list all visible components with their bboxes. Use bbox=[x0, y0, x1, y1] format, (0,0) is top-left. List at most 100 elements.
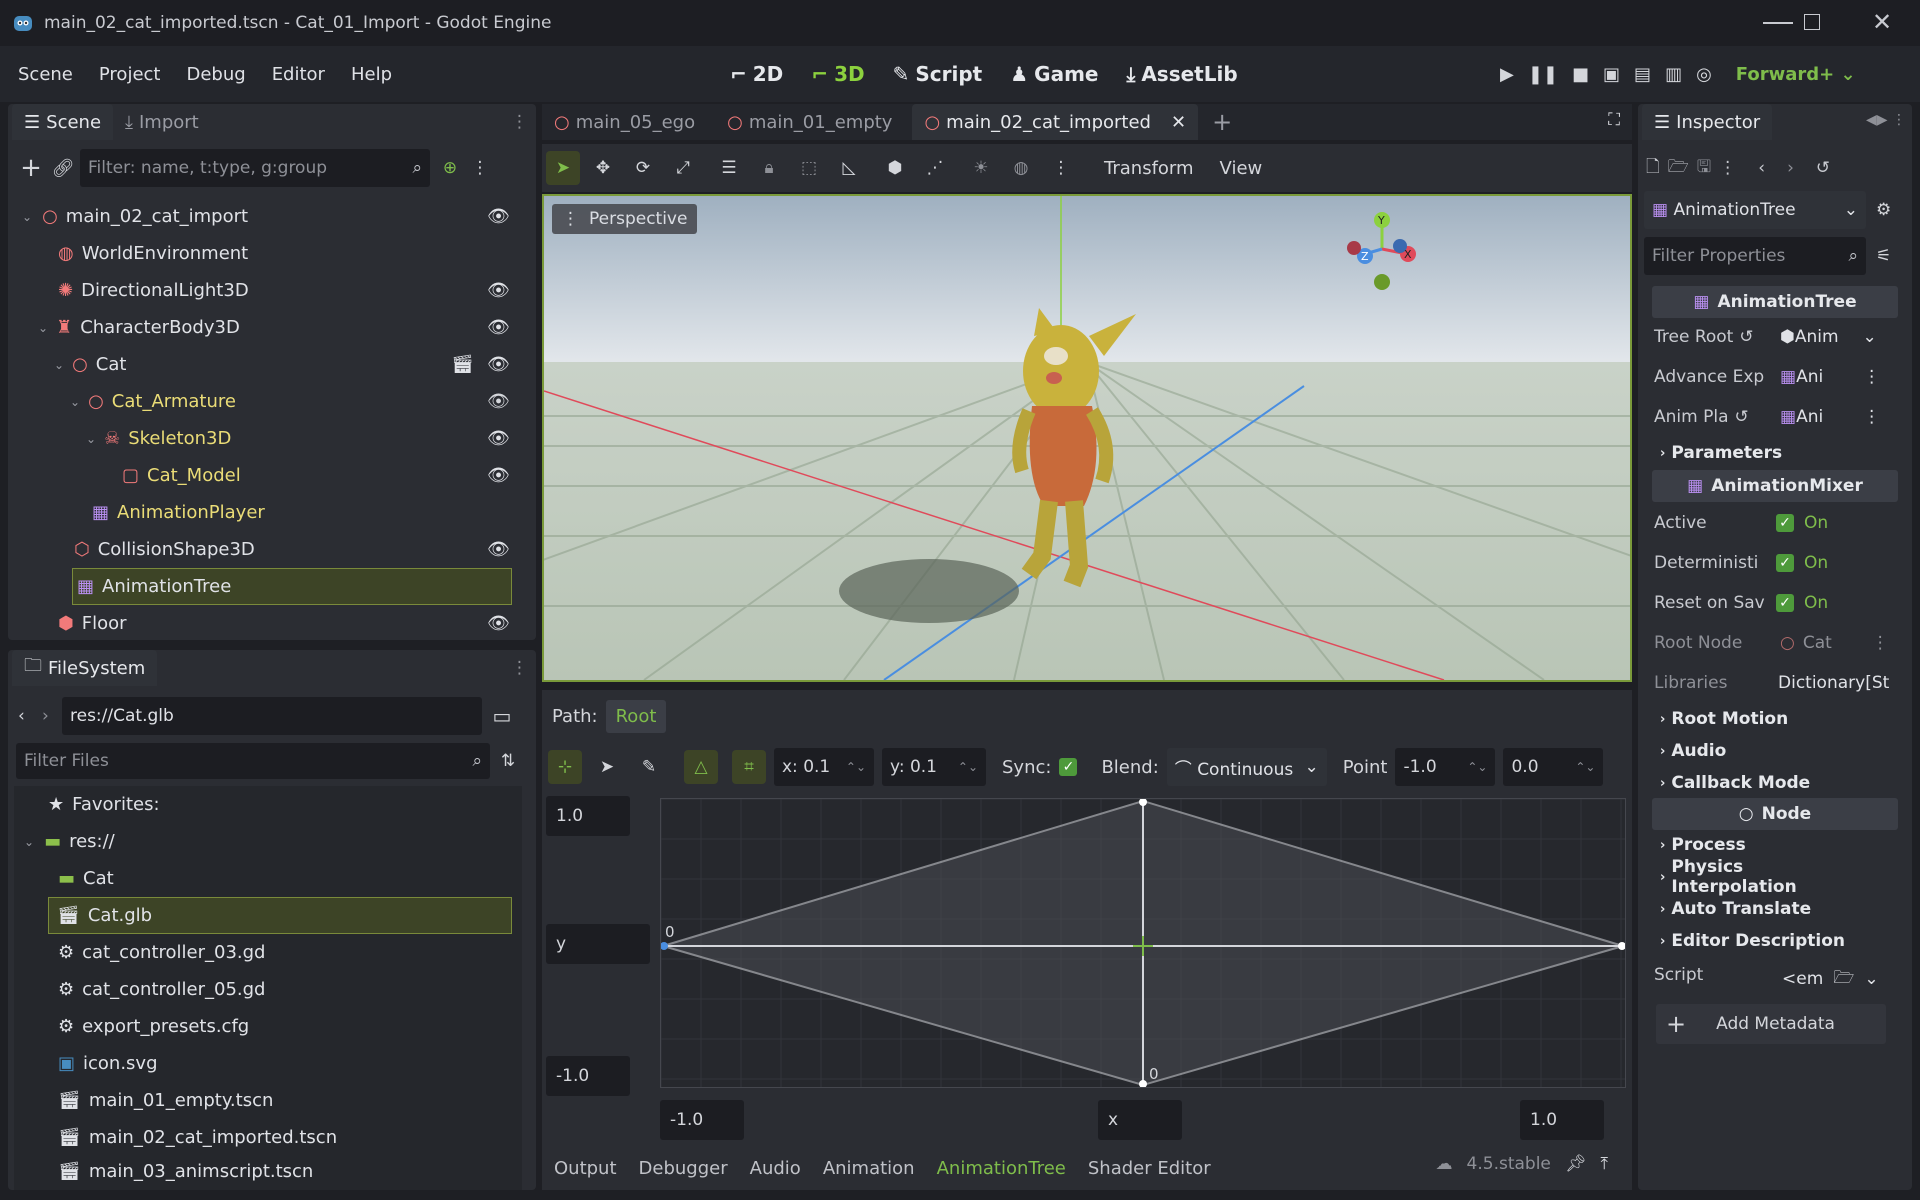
select-tool-icon[interactable]: ➤ bbox=[546, 151, 580, 185]
tree-node-animationtree[interactable]: ▦ AnimationTree bbox=[72, 568, 512, 605]
workspace-3d-button[interactable]: ⌐ 3D bbox=[811, 62, 864, 86]
tab-filesystem[interactable]: 🗀 FileSystem bbox=[12, 650, 158, 686]
blend-space-canvas[interactable]: 0 0 bbox=[659, 798, 1627, 1088]
select-point-icon[interactable]: ⊹ bbox=[548, 750, 582, 784]
distraction-free-icon[interactable]: ⛶ bbox=[1608, 110, 1620, 130]
chevron-down-icon[interactable]: ⌄ bbox=[54, 358, 64, 372]
workspace-2d-button[interactable]: ⌐ 2D bbox=[730, 62, 783, 86]
menu-project[interactable]: Project bbox=[99, 64, 161, 85]
perspective-button[interactable]: ⋮ Perspective bbox=[552, 204, 698, 234]
tree-node-skeleton[interactable]: ⌄ ☠ Skeleton3D 👁︎ bbox=[14, 420, 522, 457]
file-cat-glb-item[interactable]: 🎬︎ Cat.glb bbox=[48, 897, 512, 934]
menu-scene[interactable]: Scene bbox=[18, 64, 73, 85]
workspace-game-button[interactable]: ♟ Game bbox=[1010, 62, 1098, 86]
history-icon[interactable]: ↺ bbox=[1816, 158, 1830, 178]
history-back-icon[interactable]: ‹ bbox=[1758, 158, 1765, 178]
file-item[interactable]: ⚙ cat_controller_03.gd bbox=[14, 934, 522, 971]
more-icon[interactable]: ⋮ bbox=[1719, 158, 1736, 178]
min-x-input[interactable]: -1.0 bbox=[660, 1100, 744, 1140]
play-scene-icon[interactable]: ▤ bbox=[1634, 64, 1651, 85]
filesystem-path-input[interactable]: res://Cat.glb bbox=[62, 697, 482, 735]
snap-y-input[interactable]: y: 0.1 ⌃⌄ bbox=[882, 748, 986, 786]
max-x-input[interactable]: 1.0 bbox=[1520, 1100, 1604, 1140]
tree-node-directionallight[interactable]: ✺ DirectionalLight3D 👁︎ bbox=[14, 272, 522, 309]
chevron-down-icon[interactable]: ⌄ bbox=[24, 835, 34, 849]
scene-filter-input[interactable]: Filter: name, t:type, g:group ⌕ bbox=[80, 149, 430, 187]
back-icon[interactable]: ‹ bbox=[18, 706, 42, 726]
movie-maker-icon[interactable]: ◎ bbox=[1696, 64, 1712, 85]
tab-import[interactable]: ⤓ Import bbox=[113, 104, 211, 140]
file-item[interactable]: 🎬︎ main_02_cat_imported.tscn bbox=[14, 1119, 522, 1156]
reset-checkbox[interactable]: ✓ bbox=[1776, 594, 1794, 612]
section-audio[interactable]: › Audio bbox=[1652, 736, 1870, 766]
environment-preview-icon[interactable]: ◍ bbox=[1004, 151, 1038, 185]
play-icon[interactable]: ▶ bbox=[1500, 64, 1514, 85]
tree-node-cat[interactable]: ⌄ ○ Cat 🎬︎ 👁︎ bbox=[14, 346, 522, 383]
file-item[interactable]: ⚙ export_presets.cfg bbox=[14, 1008, 522, 1045]
create-point-icon[interactable]: ✎ bbox=[632, 750, 666, 784]
node-settings-icon[interactable]: ⚙ bbox=[1876, 200, 1891, 220]
advance-exp-value[interactable]: ▦ Ani ⋮ bbox=[1780, 358, 1880, 396]
res-folder-item[interactable]: ⌄ ▬ res:// bbox=[14, 823, 522, 860]
workspace-script-button[interactable]: ✎ Script bbox=[893, 62, 983, 86]
chevron-down-icon[interactable]: ⌄ bbox=[38, 321, 48, 335]
close-window-button[interactable]: ✕ bbox=[1872, 8, 1892, 36]
group-icon[interactable]: ⬚ bbox=[792, 151, 826, 185]
save-icon[interactable]: 🖫 bbox=[1697, 154, 1711, 183]
y-axis-label-field[interactable]: y bbox=[546, 924, 650, 964]
sort-icon[interactable]: ⇅ bbox=[490, 751, 526, 771]
add-node-icon[interactable]: + bbox=[16, 153, 46, 183]
lock-icon[interactable]: 🔒︎ bbox=[752, 151, 786, 185]
path-root-button[interactable]: Root bbox=[605, 699, 667, 733]
point-y-input[interactable]: 0.0 ⌃⌄ bbox=[1503, 748, 1604, 786]
scene-tree-menu-icon[interactable]: ⋮ bbox=[470, 158, 490, 178]
new-tab-icon[interactable]: + bbox=[1212, 108, 1232, 136]
remote-debug-icon[interactable]: ▣ bbox=[1603, 64, 1620, 85]
script-value[interactable]: <em 🗁 ⌄ bbox=[1776, 960, 1879, 998]
deterministic-value[interactable]: ✓ On bbox=[1776, 544, 1828, 582]
grid-snap-icon[interactable]: ⌗ bbox=[732, 750, 766, 784]
root-node-value[interactable]: ○ Cat ⋮ bbox=[1780, 624, 1889, 662]
visibility-eye-icon[interactable]: 👁︎ bbox=[487, 280, 510, 301]
anim-player-value[interactable]: ▦ Ani ⋮ bbox=[1780, 398, 1880, 436]
revert-icon[interactable]: ↺ bbox=[1739, 327, 1753, 347]
tree-node-animationplayer[interactable]: ▦ AnimationPlayer bbox=[14, 494, 522, 531]
inspector-node-select[interactable]: ▦ AnimationTree ⌄ bbox=[1644, 191, 1866, 229]
dock-menu-icon[interactable]: ⋮ bbox=[511, 658, 528, 678]
tree-node-main[interactable]: ⌄ ○ main_02_cat_import 👁︎ bbox=[14, 198, 522, 235]
pause-icon[interactable]: ❚❚ bbox=[1528, 64, 1558, 85]
dock-arrows-icon[interactable]: ◀▶ ⋮ bbox=[1866, 112, 1906, 128]
file-item[interactable]: 🎬︎ main_03_animscript.tscn bbox=[14, 1156, 522, 1186]
visibility-eye-icon[interactable]: 👁︎ bbox=[487, 465, 510, 486]
load-script-icon[interactable]: 🗁 bbox=[1833, 965, 1854, 994]
new-resource-icon[interactable]: 🗋 bbox=[1646, 154, 1660, 183]
expand-panel-icon[interactable]: ⤒ bbox=[1600, 1154, 1608, 1174]
rotate-tool-icon[interactable]: ⟳ bbox=[626, 151, 660, 185]
tree-node-characterbody[interactable]: ⌄ ♜ CharacterBody3D 👁︎ bbox=[14, 309, 522, 346]
snap-icon[interactable]: ⋰ bbox=[918, 151, 952, 185]
scale-tool-icon[interactable]: ⤢ bbox=[666, 151, 700, 185]
tree-root-value[interactable]: ⬢ Anim ⌄ bbox=[1780, 318, 1877, 356]
section-auto-translate[interactable]: › Auto Translate bbox=[1652, 894, 1870, 924]
move-tool-icon[interactable]: ✥ bbox=[586, 151, 620, 185]
sun-preview-icon[interactable]: ☀ bbox=[964, 151, 998, 185]
play-custom-scene-icon[interactable]: ▥ bbox=[1665, 64, 1682, 85]
menu-help[interactable]: Help bbox=[351, 64, 392, 85]
open-folder-icon[interactable]: 🗁 bbox=[1668, 154, 1689, 183]
local-space-icon[interactable]: ⬢ bbox=[878, 151, 912, 185]
snap-x-input[interactable]: x: 0.1 ⌃⌄ bbox=[774, 748, 874, 786]
filter-settings-icon[interactable]: ⚟ bbox=[1876, 246, 1891, 266]
tab-scene[interactable]: ☰ Scene bbox=[12, 104, 114, 140]
link-icon[interactable]: 🔗︎ bbox=[46, 158, 80, 179]
tree-node-floor[interactable]: ⬢ Floor 👁︎ bbox=[14, 605, 522, 642]
point-x-input[interactable]: -1.0 ⌃⌄ bbox=[1395, 748, 1496, 786]
triangle-icon[interactable]: △ bbox=[684, 750, 718, 784]
file-item[interactable]: 🎬︎ main_01_empty.tscn bbox=[14, 1082, 522, 1119]
split-view-icon[interactable]: ▭ bbox=[482, 704, 522, 728]
minimize-button[interactable] bbox=[1763, 12, 1793, 24]
blend-mode-select[interactable]: ⌒ Continuous ⌄ bbox=[1166, 748, 1327, 786]
section-root-motion[interactable]: › Root Motion bbox=[1652, 704, 1870, 734]
pin-icon[interactable]: 📌︎ bbox=[1565, 1154, 1587, 1174]
menu-editor[interactable]: Editor bbox=[272, 64, 325, 85]
open-scene-icon[interactable]: 🎬︎ bbox=[451, 354, 474, 375]
